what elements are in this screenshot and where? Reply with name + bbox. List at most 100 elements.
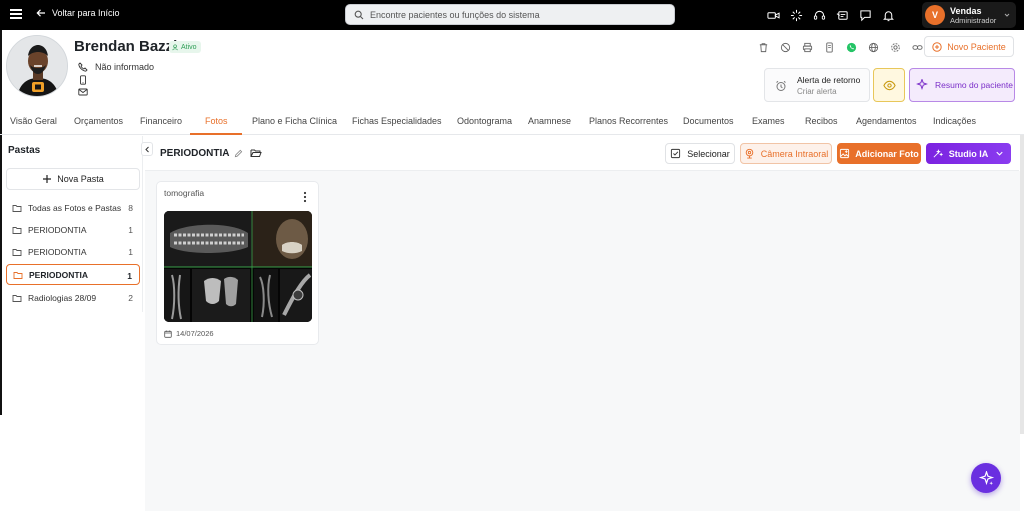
tab-fotos[interactable]: Fotos <box>205 116 228 126</box>
tab-documentos[interactable]: Documentos <box>683 116 734 126</box>
photo-card-date: 14/07/2026 <box>164 329 214 338</box>
folder-item[interactable]: PERIODONTIA 1 <box>6 219 140 240</box>
tab-plano-ficha-clinica[interactable]: Plano e Ficha Clínica <box>252 116 337 126</box>
folder-open-icon[interactable] <box>250 147 262 159</box>
image-add-icon <box>840 148 850 159</box>
video-icon[interactable] <box>766 8 780 22</box>
return-alert-title: Alerta de retorno <box>797 75 861 85</box>
magic-wand-icon <box>933 149 943 158</box>
patient-summary-button[interactable]: Resumo do paciente <box>909 68 1015 102</box>
patient-actions <box>756 40 925 54</box>
folder-name: Radiologias 28/09 <box>28 292 97 303</box>
chat-icon[interactable] <box>858 8 872 22</box>
patient-phone-value: Não informado <box>95 62 155 72</box>
calendar-icon <box>164 330 172 338</box>
webcam-icon <box>745 148 753 159</box>
tab-fichas-especialidades[interactable]: Fichas Especialidades <box>352 116 442 126</box>
user-info: Vendas Administrador <box>950 6 996 25</box>
user-menu[interactable]: V Vendas Administrador <box>922 2 1016 28</box>
sparkle-icon <box>978 470 994 485</box>
whatsapp-icon[interactable] <box>844 40 859 54</box>
folder-item[interactable]: Radiologias 28/09 2 <box>6 287 140 308</box>
search-input[interactable] <box>370 9 660 20</box>
tab-visao-geral[interactable]: Visão Geral <box>10 116 57 126</box>
patient-mobile <box>78 75 88 85</box>
add-photo-label: Adicionar Foto <box>855 148 919 159</box>
folder-title: PERIODONTIA <box>160 148 243 159</box>
chevron-down-icon <box>996 151 1003 156</box>
headset-icon[interactable] <box>812 8 826 22</box>
sparkle-icon <box>916 79 928 90</box>
return-alert-card[interactable]: Alerta de retorno Criar alerta <box>764 68 870 102</box>
tab-recibos[interactable]: Recibos <box>805 116 838 126</box>
folder-count: 1 <box>128 225 133 235</box>
add-photo-button[interactable]: Adicionar Foto <box>837 143 921 164</box>
pencil-icon[interactable] <box>234 149 243 158</box>
folder-icon <box>12 204 22 212</box>
mobile-icon <box>80 75 86 85</box>
new-patient-button[interactable]: Novo Paciente <box>924 36 1014 57</box>
topbar-icons <box>766 8 895 22</box>
tab-financeiro[interactable]: Financeiro <box>140 116 182 126</box>
device-icon[interactable] <box>822 40 837 54</box>
tab-odontograma[interactable]: Odontograma <box>457 116 512 126</box>
alarm-clock-icon <box>776 80 786 91</box>
ai-assistant-button[interactable] <box>971 463 1001 493</box>
more-vertical-icon[interactable] <box>302 191 308 203</box>
top-bar: Voltar para Início V Vendas Administrado… <box>0 0 1024 30</box>
collapse-sidebar-button[interactable] <box>141 142 153 156</box>
content-divider <box>145 170 1019 171</box>
folder-item[interactable]: Todas as Fotos e Pastas 8 <box>6 197 140 218</box>
folder-name: PERIODONTIA <box>29 269 89 280</box>
global-search[interactable] <box>345 4 675 25</box>
menu-icon[interactable] <box>10 9 22 19</box>
link-icon[interactable] <box>910 40 925 54</box>
folders-title: Pastas <box>8 145 41 156</box>
patient-name: Brendan Bazzi <box>74 38 178 55</box>
eye-icon <box>882 80 896 90</box>
tab-orcamentos[interactable]: Orçamentos <box>74 116 123 126</box>
select-button[interactable]: Selecionar <box>665 143 735 164</box>
folder-icon <box>12 294 22 302</box>
new-folder-label: Nova Pasta <box>57 174 104 184</box>
folder-icon <box>12 248 22 256</box>
sparkle-icon[interactable] <box>789 8 803 22</box>
phone-icon <box>78 62 88 72</box>
patient-photo[interactable] <box>6 35 68 97</box>
folder-item[interactable]: PERIODONTIA 1 <box>6 241 140 262</box>
new-folder-button[interactable]: Nova Pasta <box>6 168 140 190</box>
photo-card-date-value: 14/07/2026 <box>176 329 214 338</box>
tab-exames[interactable]: Exames <box>752 116 785 126</box>
folder-item-selected[interactable]: PERIODONTIA 1 <box>6 264 140 285</box>
tab-anamnese[interactable]: Anamnese <box>528 116 571 126</box>
checkbox-icon <box>671 148 681 159</box>
announcement-icon[interactable] <box>835 8 849 22</box>
studio-ia-button[interactable]: Studio IA <box>926 143 1011 164</box>
tab-planos-recorrentes[interactable]: Planos Recorrentes <box>589 116 668 126</box>
folder-title-text: PERIODONTIA <box>160 148 230 159</box>
print-icon[interactable] <box>800 40 815 54</box>
globe-icon[interactable] <box>866 40 881 54</box>
back-link[interactable]: Voltar para Início <box>36 8 120 18</box>
bell-icon[interactable] <box>881 8 895 22</box>
new-patient-label: Novo Paciente <box>947 41 1006 52</box>
user-check-icon <box>172 43 178 50</box>
user-name: Vendas <box>950 5 982 16</box>
patient-phone: Não informado <box>78 62 154 72</box>
intraoral-camera-button[interactable]: Câmera Intraoral <box>740 143 832 164</box>
tab-agendamentos[interactable]: Agendamentos <box>856 116 917 126</box>
scrollbar[interactable] <box>1020 134 1024 434</box>
tab-indicacoes[interactable]: Indicações <box>933 116 976 126</box>
patient-summary-label: Resumo do paciente <box>935 80 1013 90</box>
patient-email <box>78 87 88 97</box>
ct-scan-image <box>164 211 312 322</box>
folder-count: 8 <box>128 203 133 213</box>
trash-icon[interactable] <box>756 40 771 54</box>
view-toggle-button[interactable] <box>873 68 905 102</box>
gear-icon[interactable] <box>888 40 903 54</box>
photo-thumbnail[interactable] <box>164 211 312 322</box>
block-icon[interactable] <box>778 40 793 54</box>
patient-avatar-image <box>7 36 67 96</box>
user-role: Administrador <box>950 15 997 25</box>
mail-icon <box>78 88 88 96</box>
